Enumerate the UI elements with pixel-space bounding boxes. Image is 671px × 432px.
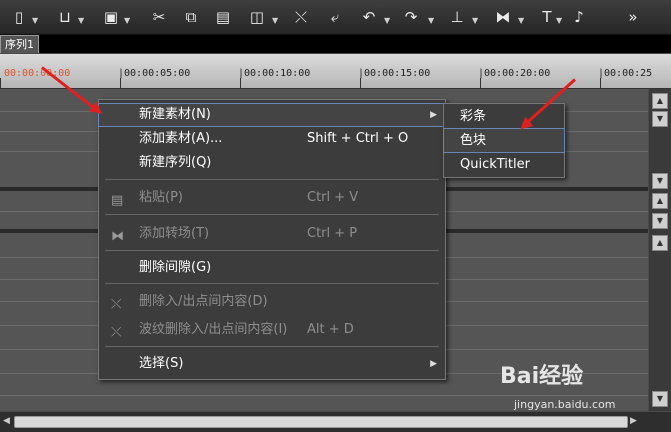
scroll-down-icon[interactable]: ▼ — [652, 111, 668, 127]
timecode-label: |00:00:10:00 — [238, 68, 311, 79]
ruler-tick — [480, 78, 481, 88]
timecode-label: |00:00:05:00 — [118, 68, 191, 79]
submenu-arrow-icon: ▶ — [430, 359, 437, 369]
menu-item-label: 选择(S) — [139, 356, 184, 371]
transition-icon: ⧓ — [111, 229, 124, 244]
timecode-label: |00:00:15:00 — [358, 68, 431, 79]
context-menu: 新建素材(N) ▶ 添加素材(A)... Shift + Ctrl + O 新建… — [98, 99, 446, 380]
menu-item-label: 新建素材(N) — [139, 107, 211, 122]
delete-range-icon: ⤬ — [111, 297, 122, 312]
menu-divider — [105, 346, 439, 347]
ruler-tick — [360, 78, 361, 88]
menu-divider — [105, 179, 439, 180]
toolbar: ▯ ▼ ⊔ ▼ ▣ ▼ ✂ ⧉ ▤ ◫ ▼ ⤬ ⤶ ↶ ▼ ↷ ▼ ⊥ ▼ ⧓ … — [0, 0, 671, 35]
scroll-down-icon[interactable]: ▼ — [652, 391, 668, 407]
menu-item-label: 删除入/出点间内容(D) — [139, 294, 268, 309]
scroll-down-icon[interactable]: ▼ — [652, 173, 668, 189]
shortcut-label: Ctrl + P — [307, 226, 358, 241]
sequence-tab-bar: 序列1 — [0, 35, 671, 53]
transition-icon[interactable]: ⧓ — [490, 4, 516, 30]
open-icon[interactable]: ⊔ — [52, 4, 78, 30]
copy-icon[interactable]: ⧉ — [178, 4, 204, 30]
ruler-tick — [600, 78, 601, 88]
ruler-tick — [120, 78, 121, 88]
timecode-label: 00:00:00:00 — [4, 68, 71, 79]
vertical-scrollbar[interactable]: ▲ ▼ ▼ ▲ ▼ ▲ ▼ — [649, 89, 671, 411]
group-icon[interactable]: ◫ — [244, 4, 270, 30]
menu-item-delete-gap[interactable]: 删除间隙(G) — [99, 257, 445, 279]
more-icon[interactable]: » — [620, 4, 646, 30]
cut-icon[interactable]: ✂ — [146, 4, 172, 30]
chevron-down-icon[interactable]: ▼ — [472, 16, 478, 25]
chevron-down-icon[interactable]: ▼ — [428, 16, 434, 25]
tab-sequence[interactable]: 序列1 — [0, 35, 39, 53]
menu-item-add-transition[interactable]: ⧓ 添加转场(T) Ctrl + P — [99, 223, 445, 245]
scroll-up-icon[interactable]: ▲ — [652, 193, 668, 209]
mic-icon[interactable]: ♪ — [566, 4, 592, 30]
ripple-delete-icon: ⤬ — [111, 325, 122, 340]
ruler-tick — [240, 78, 241, 88]
menu-item-label: 添加素材(A)... — [139, 131, 223, 146]
chevron-down-icon[interactable]: ▼ — [124, 16, 130, 25]
menu-item-label: 粘贴(P) — [139, 190, 183, 205]
chevron-down-icon[interactable]: ▼ — [556, 16, 562, 25]
trim-icon[interactable]: ⊥ — [444, 4, 470, 30]
split-icon[interactable]: ⤬ — [288, 4, 314, 30]
undo-icon[interactable]: ↶ — [356, 4, 382, 30]
save-icon[interactable]: ▣ — [98, 4, 124, 30]
menu-item-new-sequence[interactable]: 新建序列(Q) — [99, 152, 445, 174]
chevron-down-icon[interactable]: ▼ — [32, 16, 38, 25]
menu-item-label: 删除间隙(G) — [139, 260, 212, 275]
submenu-item-quicktitler[interactable]: QuickTitler — [444, 153, 564, 176]
watermark-url: jingyan.baidu.com — [514, 398, 616, 411]
menu-item-paste[interactable]: ▤ 粘贴(P) Ctrl + V — [99, 187, 445, 209]
submenu-item-label: QuickTitler — [460, 157, 530, 172]
menu-divider — [105, 283, 439, 284]
menu-item-delete-in-out[interactable]: ⤬ 删除入/出点间内容(D) — [99, 291, 445, 313]
chevron-down-icon[interactable]: ▼ — [518, 16, 524, 25]
chevron-down-icon[interactable]: ▼ — [78, 16, 84, 25]
scroll-up-icon[interactable]: ▲ — [652, 93, 668, 109]
menu-item-new-material[interactable]: 新建素材(N) ▶ — [98, 103, 446, 127]
submenu-item-label: 彩条 — [460, 109, 487, 124]
menu-divider — [105, 250, 439, 251]
menu-divider — [105, 214, 439, 215]
shortcut-label: Alt + D — [307, 322, 354, 337]
menu-item-add-material[interactable]: 添加素材(A)... Shift + Ctrl + O — [99, 128, 445, 150]
new-material-submenu: 彩条 色块 QuickTitler — [443, 103, 565, 178]
scroll-down-icon[interactable]: ▼ — [652, 213, 668, 229]
timecode-label: |00:00:20:00 — [478, 68, 551, 79]
new-file-icon[interactable]: ▯ — [6, 4, 32, 30]
ripple-icon[interactable]: ⤶ — [322, 4, 348, 30]
redo-icon[interactable]: ↷ — [398, 4, 424, 30]
submenu-item-color-block[interactable]: 色块 — [443, 128, 565, 153]
submenu-item-color-bars[interactable]: 彩条 — [444, 105, 564, 128]
shortcut-label: Ctrl + V — [307, 190, 359, 205]
paste-icon[interactable]: ▤ — [210, 4, 236, 30]
menu-item-ripple-delete[interactable]: ⤬ 波纹删除入/出点间内容(I) Alt + D — [99, 319, 445, 341]
submenu-item-label: 色块 — [460, 133, 487, 148]
menu-item-label: 新建序列(Q) — [139, 155, 212, 170]
timecode-label: |00:00:25 — [598, 68, 653, 79]
watermark: Bai经验 jingyan.baidu.com — [500, 358, 650, 418]
shortcut-label: Shift + Ctrl + O — [307, 131, 409, 146]
ruler-tick — [0, 78, 1, 88]
scroll-left-icon[interactable]: ◀ — [3, 415, 13, 427]
watermark-logo: Bai经验 — [500, 364, 584, 389]
scroll-up-icon[interactable]: ▲ — [652, 235, 668, 251]
menu-item-label: 添加转场(T) — [139, 226, 210, 241]
menu-item-label: 波纹删除入/出点间内容(I) — [139, 322, 288, 337]
menu-item-select[interactable]: 选择(S) ▶ — [99, 353, 445, 375]
submenu-arrow-icon: ▶ — [430, 110, 437, 120]
paste-icon: ▤ — [111, 193, 124, 208]
chevron-down-icon[interactable]: ▼ — [384, 16, 390, 25]
chevron-down-icon[interactable]: ▼ — [272, 16, 278, 25]
